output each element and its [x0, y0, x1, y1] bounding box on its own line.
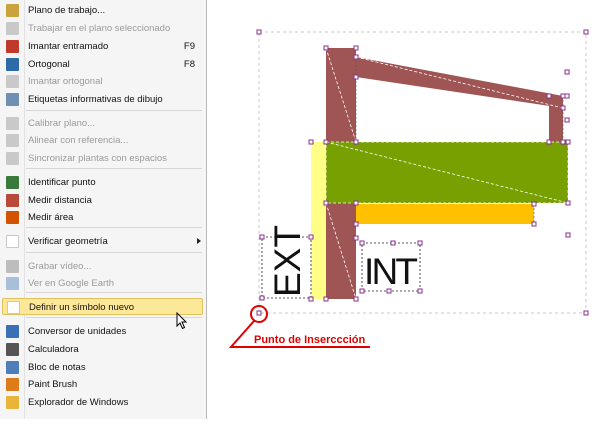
magnet-ortho-icon	[6, 75, 19, 88]
orthogonal-icon	[6, 58, 19, 71]
symbol-icon	[7, 301, 20, 314]
menu-item-shortcut: F8	[183, 59, 195, 70]
menu-item-label: Grabar vídeo...	[28, 261, 92, 272]
ext-text: EXT	[267, 225, 308, 297]
context-menu: Plano de trabajo... Trabajar en el plano …	[0, 0, 207, 419]
mouse-cursor-icon	[176, 312, 188, 330]
menu-item-7[interactable]: Alinear con referencia...	[2, 132, 203, 149]
menu-item-0[interactable]: Plano de trabajo...	[2, 2, 203, 19]
menu-item-18[interactable]: Bloc de notas	[2, 359, 203, 376]
submenu-arrow-icon	[197, 238, 201, 244]
menu-item-label: Ver en Google Earth	[28, 278, 115, 289]
area-icon	[6, 211, 19, 224]
menu-item-3[interactable]: Ortogonal F8	[2, 56, 203, 73]
menu-item-label: Imantar ortogonal	[28, 76, 103, 87]
converter-icon	[6, 325, 19, 338]
magnet-grid-icon	[6, 40, 19, 53]
menu-item-shortcut: F9	[183, 41, 195, 52]
drawing-svg: EXT INT Punto de Inserccción	[228, 29, 589, 348]
menu-item-20[interactable]: Explorador de Windows	[2, 394, 203, 411]
menu-item-14[interactable]: Ver en Google Earth	[2, 275, 203, 292]
menu-item-9[interactable]: Identificar punto	[2, 174, 203, 191]
brown-right-column	[549, 96, 563, 142]
menu-item-4[interactable]: Imantar ortogonal	[2, 73, 203, 90]
menu-item-label: Imantar entramado	[28, 41, 109, 52]
menu-item-label: Trabajar en el plano seleccionado	[28, 23, 171, 34]
menu-item-label: Medir área	[28, 212, 74, 223]
menu-item-label: Ortogonal	[28, 59, 70, 70]
menu-separator	[26, 252, 202, 253]
menu-item-label: Etiquetas informativas de dibujo	[28, 94, 163, 105]
label-icon	[6, 93, 19, 106]
menu-item-11[interactable]: Medir área	[2, 209, 203, 226]
menu-item-8[interactable]: Sincronizar plantas con espacios	[2, 150, 203, 167]
menu-separator	[26, 110, 202, 111]
menu-item-15[interactable]: Definir un símbolo nuevo	[2, 298, 203, 315]
menu-item-19[interactable]: Paint Brush	[2, 376, 203, 393]
menu-item-17[interactable]: Calculadora	[2, 341, 203, 358]
point-icon	[6, 176, 19, 189]
menu-item-12[interactable]: Verificar geometría	[2, 233, 203, 250]
menu-item-label: Medir distancia	[28, 195, 92, 206]
menu-item-label: Calibrar plano...	[28, 118, 96, 129]
earth-icon	[6, 277, 19, 290]
menu-item-label: Plano de trabajo...	[28, 5, 106, 16]
menu-item-10[interactable]: Medir distancia	[2, 192, 203, 209]
calculator-icon	[6, 343, 19, 356]
light-yellow-strip	[311, 142, 327, 299]
menu-item-label: Paint Brush	[28, 379, 78, 390]
calibrate-icon	[6, 117, 19, 130]
align-icon	[6, 134, 19, 147]
menu-separator	[26, 292, 202, 293]
plane-icon	[6, 22, 19, 35]
sync-icon	[6, 152, 19, 165]
menu-item-label: Alinear con referencia...	[28, 135, 129, 146]
insertion-point-label: Punto de Inserccción	[254, 334, 366, 346]
menu-item-label: Identificar punto	[28, 177, 96, 188]
ruler-icon	[6, 194, 19, 207]
menu-item-5[interactable]: Etiquetas informativas de dibujo	[2, 91, 203, 108]
menu-item-label: Explorador de Windows	[28, 397, 129, 408]
notepad-icon	[6, 361, 19, 374]
menu-item-label: Sincronizar plantas con espacios	[28, 153, 167, 164]
menu-item-2[interactable]: Imantar entramado F9	[2, 38, 203, 55]
menu-separator	[26, 227, 202, 228]
menu-item-1[interactable]: Trabajar en el plano seleccionado	[2, 20, 203, 37]
menu-item-label: Bloc de notas	[28, 362, 86, 373]
menu-item-16[interactable]: Conversor de unidades	[2, 323, 203, 340]
menu-item-label: Verificar geometría	[28, 236, 108, 247]
verify-icon	[6, 235, 19, 248]
menu-separator	[26, 168, 202, 169]
orange-bar	[356, 204, 534, 224]
menu-item-label: Calculadora	[28, 344, 79, 355]
menu-item-label: Definir un símbolo nuevo	[29, 302, 135, 313]
video-icon	[6, 260, 19, 273]
folder-icon	[6, 396, 19, 409]
brown-upper-column	[326, 48, 356, 142]
menu-item-13[interactable]: Grabar vídeo...	[2, 258, 203, 275]
paint-icon	[6, 378, 19, 391]
int-text: INT	[364, 251, 418, 292]
drawing-canvas[interactable]: EXT INT Punto de Inserccción	[208, 0, 594, 419]
pencil-icon	[6, 4, 19, 17]
menu-item-6[interactable]: Calibrar plano...	[2, 115, 203, 132]
menu-item-label: Conversor de unidades	[28, 326, 127, 337]
